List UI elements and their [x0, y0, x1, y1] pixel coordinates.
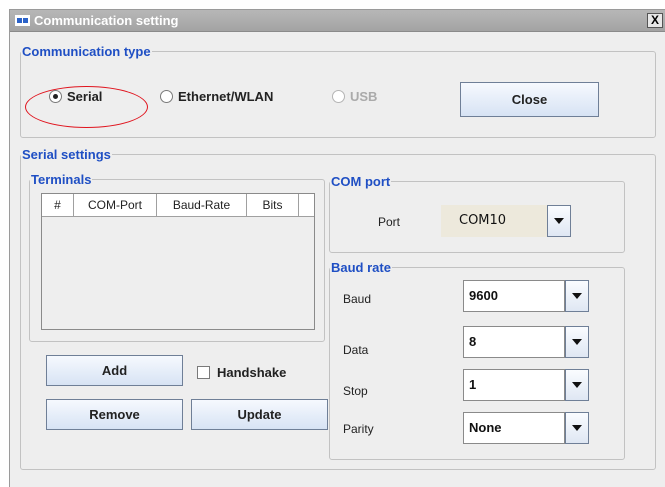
communication-setting-window: Communication setting X Communication ty… — [9, 9, 665, 487]
usb-radio-label: USB — [350, 89, 378, 104]
column-header-com-port[interactable]: COM-Port — [74, 194, 157, 216]
serial-radio[interactable] — [49, 90, 62, 103]
terminals-legend: Terminals — [31, 172, 92, 187]
window-title: Communication setting — [34, 13, 179, 28]
stop-select[interactable]: 1 — [463, 369, 589, 401]
data-select[interactable]: 8 — [463, 326, 589, 358]
terminals-table[interactable]: # COM-Port Baud-Rate Bits — [41, 193, 315, 330]
parity-label: Parity — [343, 422, 374, 436]
baud-rate-legend: Baud rate — [331, 260, 391, 275]
terminals-table-header: # COM-Port Baud-Rate Bits — [42, 194, 314, 217]
baud-value: 9600 — [463, 280, 565, 312]
port-label: Port — [378, 215, 401, 229]
stop-value: 1 — [463, 369, 565, 401]
chevron-down-icon[interactable] — [565, 326, 589, 358]
serial-settings-legend: Serial settings — [22, 147, 111, 162]
baud-label: Baud — [343, 292, 372, 306]
column-header-number[interactable]: # — [42, 194, 74, 216]
update-button[interactable]: Update — [191, 399, 328, 430]
handshake-label[interactable]: Handshake — [217, 365, 286, 380]
parity-value: None — [463, 412, 565, 444]
column-header-baud-rate[interactable]: Baud-Rate — [157, 194, 247, 216]
radio-selected-dot — [53, 94, 58, 99]
chevron-down-icon[interactable] — [565, 280, 589, 312]
port-value: COM10 — [441, 205, 547, 237]
baud-select[interactable]: 9600 — [463, 280, 589, 312]
title-bar: Communication setting X — [10, 10, 665, 32]
stop-label: Stop — [343, 384, 368, 398]
close-button[interactable]: Close — [460, 82, 599, 117]
data-label: Data — [343, 343, 369, 357]
close-icon[interactable]: X — [647, 13, 663, 28]
chevron-down-icon[interactable] — [565, 412, 589, 444]
data-value: 8 — [463, 326, 565, 358]
chevron-down-icon[interactable] — [565, 369, 589, 401]
communication-type-legend: Communication type — [22, 44, 151, 59]
parity-select[interactable]: None — [463, 412, 589, 444]
add-button[interactable]: Add — [46, 355, 183, 386]
port-select[interactable]: COM10 — [441, 205, 581, 237]
remove-button[interactable]: Remove — [46, 399, 183, 430]
ethernet-wlan-radio-label[interactable]: Ethernet/WLAN — [178, 89, 273, 104]
com-port-legend: COM port — [331, 174, 391, 189]
usb-radio — [332, 90, 345, 103]
ethernet-wlan-radio[interactable] — [160, 90, 173, 103]
app-icon — [15, 15, 30, 26]
column-header-bits[interactable]: Bits — [247, 194, 299, 216]
chevron-down-icon[interactable] — [547, 205, 571, 237]
handshake-checkbox[interactable] — [197, 366, 210, 379]
serial-radio-label[interactable]: Serial — [67, 89, 102, 104]
